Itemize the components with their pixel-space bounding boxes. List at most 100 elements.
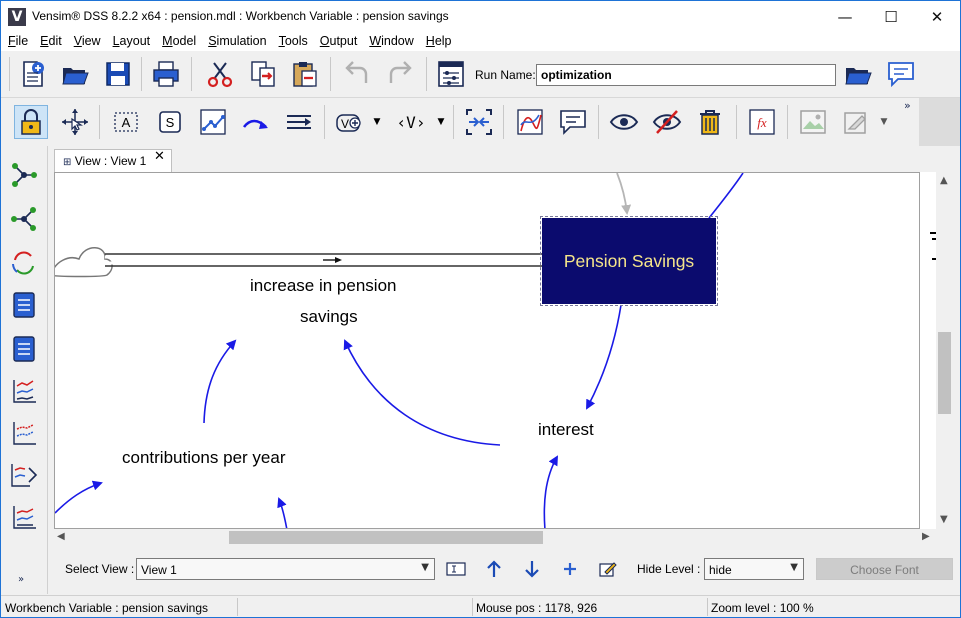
document-all-icon[interactable] — [7, 332, 41, 366]
view-tabstrip: ⊞ View : View 1 ✕ — [51, 146, 956, 172]
paste-icon[interactable] — [288, 57, 322, 91]
aux-interest[interactable]: interest — [538, 420, 594, 440]
browse-folder-icon[interactable] — [841, 57, 875, 91]
view-settings-icon[interactable] — [596, 558, 620, 580]
status-separator — [472, 598, 473, 616]
copy-icon[interactable] — [246, 57, 280, 91]
status-workbench-variable: Workbench Variable : pension savings — [5, 601, 209, 615]
left-toolbar-overflow[interactable]: » — [18, 574, 24, 585]
toolbar-separator — [736, 105, 737, 139]
choose-font-button[interactable]: Choose Font — [816, 558, 953, 580]
flow-label-line1[interactable]: increase in pension — [250, 276, 396, 296]
model-variable-icon[interactable]: ‹V› — [394, 105, 428, 139]
horizontal-scroll-thumb[interactable] — [229, 531, 543, 544]
open-folder-icon[interactable] — [58, 57, 92, 91]
menu-output[interactable]: Output — [313, 32, 363, 51]
ghost-link — [616, 173, 632, 215]
model-variable-dropdown[interactable]: ▼ — [433, 105, 449, 139]
flow-tool-icon[interactable] — [282, 105, 316, 139]
status-bar: Workbench Variable : pension savings Mou… — [1, 595, 960, 617]
toolbar-separator — [426, 57, 427, 91]
table-graph-icon[interactable] — [7, 500, 41, 534]
vertical-scroll-thumb[interactable] — [938, 332, 951, 414]
sketch-toolbar: A S V ▼ ‹V› ▼ fx ▼ » — [1, 98, 919, 146]
toolbar-separator — [453, 105, 454, 139]
flow-label-line2[interactable]: savings — [300, 307, 358, 327]
menu-help[interactable]: Help — [419, 32, 457, 51]
stock-pension-savings[interactable]: Pension Savings — [540, 216, 718, 306]
merge-icon[interactable] — [462, 105, 496, 139]
move-view-down-icon[interactable] — [520, 558, 544, 580]
chat-icon[interactable] — [884, 57, 918, 91]
undo-icon[interactable] — [340, 57, 374, 91]
scroll-down-arrow[interactable]: ▼ — [940, 514, 948, 525]
status-zoom-level: Zoom level : 100 % — [711, 601, 814, 615]
menu-view[interactable]: View — [67, 32, 106, 51]
horizontal-scrollbar[interactable]: ◀ ▶ — [54, 529, 936, 546]
scroll-right-arrow[interactable]: ▶ — [922, 531, 930, 542]
tab-close-icon[interactable]: ✕ — [154, 149, 165, 164]
document-icon[interactable] — [7, 288, 41, 322]
menu-file[interactable]: File — [1, 32, 33, 51]
rename-view-icon[interactable] — [444, 558, 468, 580]
stock-tool-icon[interactable]: S — [153, 105, 187, 139]
toolbar-overflow-button[interactable]: » — [904, 99, 911, 112]
menu-model[interactable]: Model — [155, 32, 201, 51]
sketch-image-icon[interactable] — [796, 105, 830, 139]
menu-simulation[interactable]: Simulation — [201, 32, 271, 51]
move-view-up-icon[interactable] — [482, 558, 506, 580]
hide-icon[interactable] — [650, 105, 684, 139]
lock-icon[interactable] — [14, 105, 48, 139]
chevron-down-icon: ▼ — [421, 562, 429, 573]
toolbar-separator — [503, 105, 504, 139]
move-pointer-icon[interactable] — [58, 105, 92, 139]
shadow-variable-label: V — [341, 117, 349, 131]
sketch-edit-dropdown[interactable]: ▼ — [876, 105, 892, 139]
comment-icon[interactable] — [556, 105, 590, 139]
menu-window[interactable]: Window — [362, 32, 418, 51]
run-name-input[interactable]: optimization — [536, 64, 836, 86]
print-icon[interactable] — [149, 57, 183, 91]
cut-icon[interactable] — [203, 57, 237, 91]
variable-tool-icon[interactable]: A — [109, 105, 143, 139]
maximize-button[interactable]: ☐ — [868, 1, 914, 32]
runs-compare-icon[interactable] — [7, 458, 41, 492]
show-icon[interactable] — [607, 105, 641, 139]
toolbar-separator — [191, 57, 192, 91]
shadow-variable-icon[interactable]: V — [333, 105, 367, 139]
scroll-left-arrow[interactable]: ◀ — [57, 531, 65, 542]
trash-icon[interactable] — [693, 105, 727, 139]
sketch-edit-icon[interactable] — [839, 105, 873, 139]
vertical-scrollbar[interactable]: ▲ ▼ — [936, 172, 954, 529]
arrow-tool-icon[interactable] — [196, 105, 230, 139]
select-view-label: Select View : — [65, 562, 135, 576]
equation-icon[interactable]: fx — [745, 105, 779, 139]
simulation-setup-icon[interactable] — [434, 57, 468, 91]
add-view-icon[interactable] — [558, 558, 582, 580]
minimize-button[interactable]: — — [822, 1, 868, 32]
uses-tree-icon[interactable] — [7, 202, 41, 236]
new-file-icon[interactable] — [16, 57, 50, 91]
save-icon[interactable] — [101, 57, 135, 91]
menu-layout[interactable]: Layout — [106, 32, 156, 51]
hide-level-label: Hide Level : — [637, 562, 701, 576]
sketch-canvas[interactable]: Pension Savings increase in pension savi… — [54, 172, 920, 529]
aux-contributions-per-year[interactable]: contributions per year — [122, 448, 285, 468]
scroll-up-arrow[interactable]: ▲ — [940, 175, 948, 186]
causes-strip-icon[interactable] — [7, 374, 41, 408]
causes-tree-icon[interactable] — [7, 158, 41, 192]
graph-strip-icon[interactable] — [7, 416, 41, 450]
rate-tool-icon[interactable] — [239, 105, 273, 139]
menu-edit[interactable]: Edit — [33, 32, 67, 51]
redo-icon[interactable] — [383, 57, 417, 91]
hide-level-dropdown[interactable]: hide ▼ — [704, 558, 804, 580]
menu-tools[interactable]: Tools — [272, 32, 313, 51]
close-button[interactable]: ✕ — [914, 1, 960, 32]
hide-level-value: hide — [709, 563, 732, 577]
loops-icon[interactable] — [7, 246, 41, 280]
link-bottom-to-contributions — [277, 497, 288, 528]
select-view-dropdown[interactable]: View 1 ▼ — [136, 558, 435, 580]
graph-icon[interactable] — [513, 105, 547, 139]
shadow-variable-dropdown[interactable]: ▼ — [369, 105, 385, 139]
toolbar-separator — [598, 105, 599, 139]
